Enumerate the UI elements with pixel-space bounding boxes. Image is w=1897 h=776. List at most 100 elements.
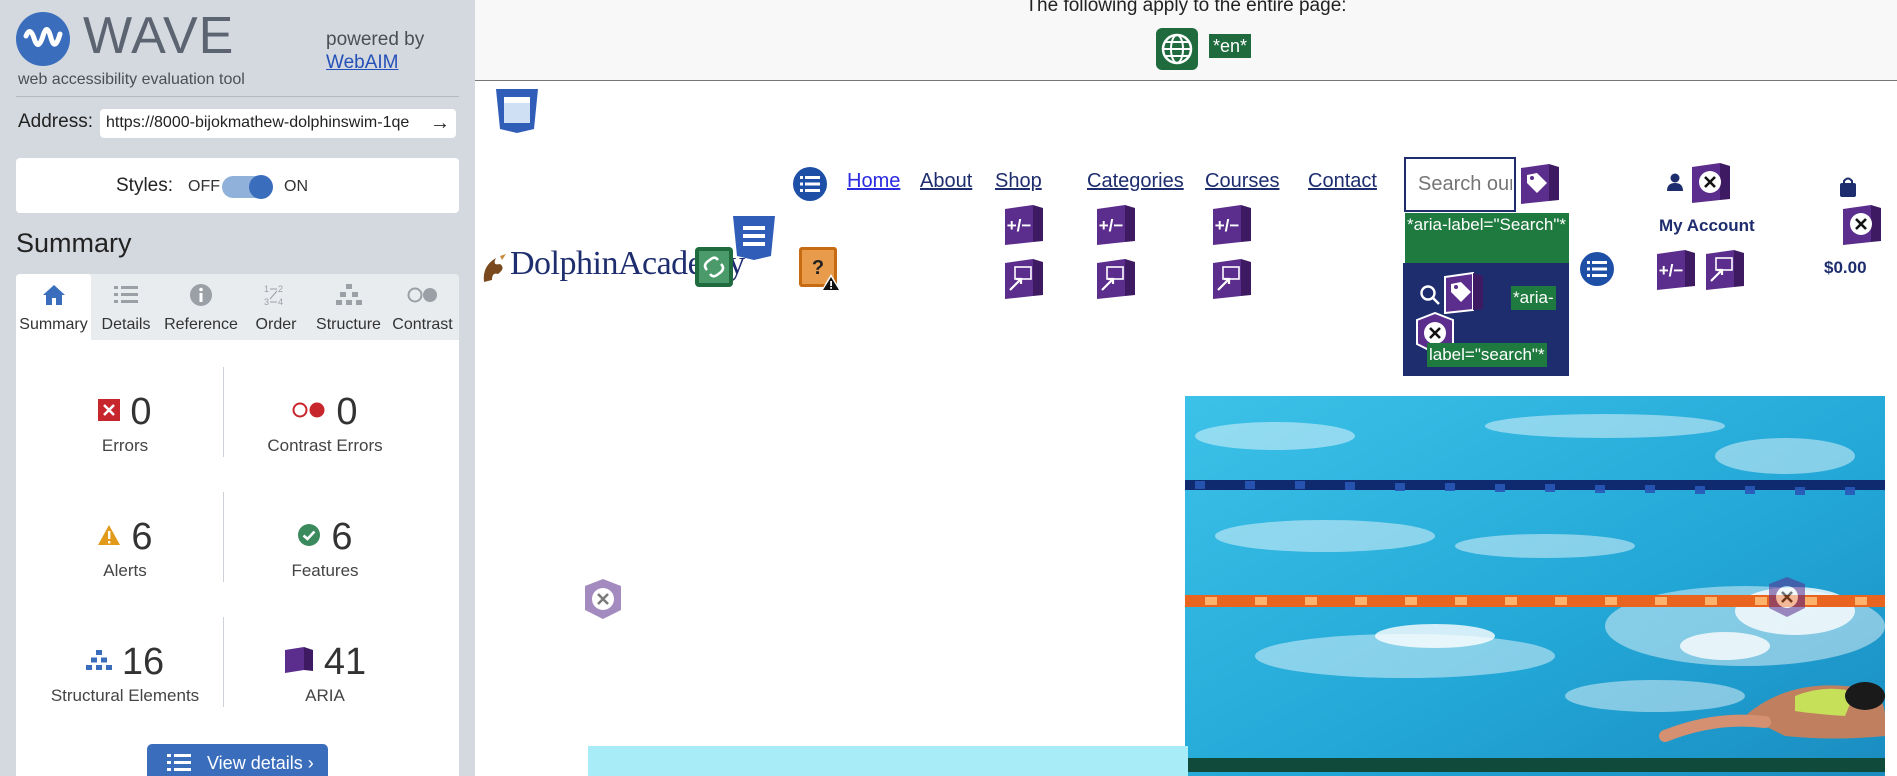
aria-expanded-icon[interactable]: +/− — [1095, 204, 1137, 251]
aria-hidden-close-icon[interactable] — [1841, 204, 1885, 251]
stat-contrast-errors[interactable]: 0 Contrast Errors — [225, 390, 425, 456]
contrast-icon — [386, 282, 459, 308]
nav-home[interactable]: Home — [847, 170, 900, 193]
address-field-container: → — [100, 109, 456, 138]
stat-structural[interactable]: 16 Structural Elements — [25, 640, 225, 706]
address-input[interactable] — [106, 114, 424, 132]
aria-expanded-icon[interactable]: +/− — [1211, 204, 1253, 251]
wave-sidebar: WAVE web accessibility evaluation tool p… — [0, 0, 475, 776]
webaim-link[interactable]: WebAIM — [326, 52, 399, 74]
go-arrow-icon[interactable]: → — [430, 112, 450, 135]
language-badge: *en* — [1209, 34, 1252, 58]
tab-label: Contrast — [392, 316, 453, 333]
cart-total[interactable]: $0.00 — [1824, 258, 1867, 278]
linked-image-icon[interactable] — [694, 246, 734, 293]
aria-label-tag-icon[interactable] — [1519, 163, 1563, 210]
nav-courses[interactable]: Courses — [1205, 170, 1279, 193]
aria-expanded-icon[interactable]: +/− — [1655, 249, 1697, 296]
errors-label: Errors — [101, 436, 149, 455]
aria-count: 41 — [323, 640, 367, 683]
page-wide-banner: The following apply to the entire page: … — [475, 0, 1897, 81]
stat-alerts[interactable]: 6 Alerts — [25, 515, 225, 581]
navigation-icon[interactable] — [1576, 248, 1618, 295]
alerts-count: 6 — [131, 515, 153, 558]
list-icon — [167, 752, 191, 776]
nav-categories[interactable]: Categories — [1087, 170, 1184, 193]
features-label: Features — [291, 561, 359, 580]
aria-hidden-close-icon[interactable] — [1765, 576, 1809, 623]
search-input[interactable] — [1418, 173, 1512, 196]
stat-errors[interactable]: 0 Errors — [25, 390, 225, 456]
user-icon[interactable] — [1665, 172, 1685, 197]
structure-icon — [311, 282, 386, 308]
alert-missing-alt-icon[interactable]: ? — [798, 246, 842, 297]
features-count: 6 — [331, 515, 353, 558]
svg-text:+/−: +/− — [1215, 216, 1240, 235]
view-details-label: View details › — [207, 753, 314, 773]
search-icon[interactable] — [1419, 284, 1441, 311]
search-field-container — [1404, 157, 1516, 212]
nav-about[interactable]: About — [920, 170, 972, 193]
address-label: Address: — [18, 111, 93, 132]
tab-label: Reference — [164, 316, 238, 333]
wave-tabs: Summary Details Reference 1234 Order Str… — [16, 274, 459, 340]
tab-label: Order — [255, 316, 297, 333]
svg-text:?: ? — [812, 257, 824, 279]
summary-heading: Summary — [16, 228, 132, 258]
nav-contact[interactable]: Contact — [1308, 170, 1377, 193]
tab-structure[interactable]: Structure — [311, 274, 386, 340]
nav-shop[interactable]: Shop — [995, 170, 1042, 193]
dolphin-logo-icon — [480, 252, 508, 293]
structural-label: Structural Elements — [50, 686, 200, 705]
tab-reference[interactable]: Reference — [161, 274, 241, 340]
alert-icon — [97, 524, 121, 551]
svg-text:+/−: +/− — [1659, 261, 1684, 280]
aria-popup-icon[interactable] — [1095, 258, 1137, 305]
divider — [16, 96, 459, 97]
wave-logo-icon — [16, 12, 70, 66]
aria-hidden-close-icon[interactable] — [1690, 162, 1734, 209]
svg-text:2: 2 — [278, 284, 283, 294]
stat-aria[interactable]: 41 ARIA — [225, 640, 425, 706]
header-region-icon[interactable] — [731, 214, 777, 265]
aria-popup-icon[interactable] — [1211, 258, 1253, 305]
svg-text:3: 3 — [264, 297, 269, 307]
view-details-button[interactable]: View details › — [147, 744, 328, 776]
navigation-icon[interactable] — [789, 163, 831, 210]
tab-label: Details — [101, 316, 151, 333]
tab-label: Summary — [19, 316, 88, 333]
wave-title: WAVE — [83, 7, 235, 65]
error-icon — [98, 398, 121, 426]
tab-details[interactable]: Details — [91, 274, 161, 340]
aria-popup-icon[interactable] — [1704, 249, 1746, 296]
contrast-error-icon — [292, 401, 326, 424]
language-globe-icon[interactable] — [1156, 28, 1198, 70]
styles-toggle[interactable] — [222, 175, 273, 199]
aria-popup-icon[interactable] — [1003, 258, 1045, 305]
svg-text:+/−: +/− — [1007, 216, 1032, 235]
stat-features[interactable]: 6 Features — [225, 515, 425, 581]
aria-hidden-close-icon[interactable] — [581, 578, 625, 625]
aria-label-note: *aria-label="Search"* — [1405, 213, 1569, 263]
search-dropdown: *aria- label="search"* — [1403, 263, 1569, 376]
contrast-errors-count: 0 — [336, 390, 358, 433]
info-icon — [161, 282, 241, 308]
list-icon — [91, 282, 161, 308]
my-account-link[interactable]: My Account — [1659, 216, 1755, 236]
header-region-icon[interactable] — [494, 87, 540, 138]
content-banner — [588, 746, 1188, 776]
summary-panel: 0 Errors 0 Contrast Errors 6 Alerts 6 Fe… — [16, 340, 459, 776]
shopping-bag-icon[interactable] — [1838, 176, 1858, 203]
aria-expanded-icon[interactable]: +/− — [1003, 204, 1045, 251]
styles-toggle-panel: Styles: OFF ON — [16, 158, 459, 213]
order-icon: 1234 — [241, 282, 311, 308]
tab-order[interactable]: 1234 Order — [241, 274, 311, 340]
tab-contrast[interactable]: Contrast — [386, 274, 459, 340]
page-preview: The following apply to the entire page: … — [475, 0, 1897, 776]
aria-label-note: *aria- — [1511, 286, 1556, 310]
aria-label-note: label="search"* — [1427, 343, 1547, 367]
tab-summary[interactable]: Summary — [16, 274, 91, 340]
contrast-errors-label: Contrast Errors — [267, 436, 383, 455]
errors-count: 0 — [130, 390, 152, 433]
toggle-knob — [249, 175, 273, 199]
